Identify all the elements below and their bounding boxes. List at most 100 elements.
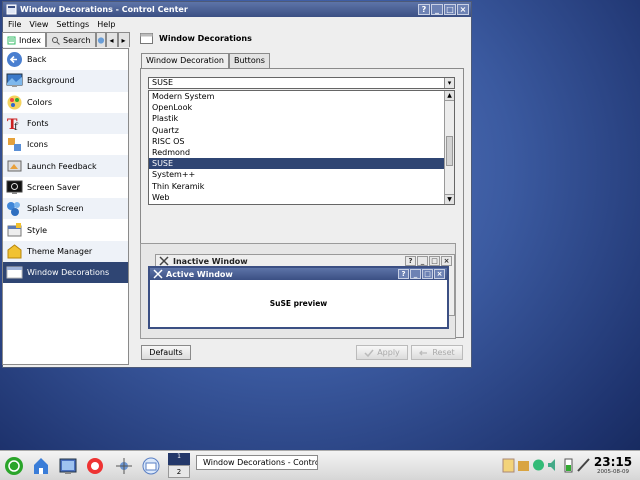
list-item[interactable]: Redmond xyxy=(149,147,454,158)
mail-icon[interactable] xyxy=(141,456,161,476)
menu-view[interactable]: View xyxy=(29,20,48,29)
start-menu-icon[interactable] xyxy=(4,456,24,476)
list-item[interactable]: Web xyxy=(149,192,454,203)
help-center-icon xyxy=(97,36,104,44)
nav-item-label: Fonts xyxy=(27,119,49,129)
tab-index[interactable]: Index xyxy=(2,32,47,47)
defaults-button[interactable]: Defaults xyxy=(141,345,191,360)
screen-saver-icon xyxy=(6,180,23,194)
nav-item-window-decorations[interactable]: Window Decorations xyxy=(3,261,128,284)
back-arrow-icon xyxy=(7,52,22,68)
nav-item-screen-saver[interactable]: Screen Saver xyxy=(3,177,128,198)
decoration-combobox[interactable]: SUSE ▾ xyxy=(148,77,455,89)
window-title: Window Decorations - Control Center xyxy=(20,5,188,14)
preview-help-button: ? xyxy=(405,256,416,266)
background-icon xyxy=(6,73,23,88)
taskbar: 1 2 Window Decorations - Contro 23:15 20… xyxy=(0,450,640,480)
menubar: File View Settings Help xyxy=(3,17,471,31)
preview-help-button: ? xyxy=(398,269,409,279)
clock[interactable]: 23:15 2005-08-09 xyxy=(588,455,638,475)
inactive-window-title: Inactive Window xyxy=(173,256,248,266)
home-icon[interactable] xyxy=(31,456,51,476)
nav-item-label: Splash Screen xyxy=(27,204,84,214)
nav-item-fonts[interactable]: Tf Fonts xyxy=(3,112,128,135)
active-window-preview: Active Window ? _ □ × SuSE preview xyxy=(148,266,449,329)
list-item[interactable]: Plastik xyxy=(149,113,454,124)
close-button[interactable]: × xyxy=(457,4,469,15)
window-titlebar[interactable]: Window Decorations - Control Center ? _ … xyxy=(3,2,471,17)
desktop-pager: 1 2 xyxy=(168,453,190,479)
nav-item-label: Theme Manager xyxy=(27,246,93,256)
nav-item-background[interactable]: Background xyxy=(3,70,128,92)
update-icon[interactable] xyxy=(532,457,545,473)
nav-item-theme-manager[interactable]: Theme Manager xyxy=(3,240,128,262)
tab-search[interactable]: Search xyxy=(46,32,96,47)
window-menu-icon xyxy=(153,269,163,279)
apply-button[interactable]: Apply xyxy=(356,345,408,360)
terminal-icon[interactable] xyxy=(58,456,78,476)
list-item[interactable]: RISC OS xyxy=(149,136,454,147)
window-menu-icon[interactable] xyxy=(6,4,17,15)
search-icon xyxy=(52,36,60,45)
system-tray xyxy=(502,457,590,473)
tab-search-label: Search xyxy=(63,35,91,45)
preview-text: SuSE preview xyxy=(269,299,328,308)
tab-index-label: Index xyxy=(19,35,42,45)
menu-help[interactable]: Help xyxy=(97,20,115,29)
window-decorations-icon xyxy=(140,33,153,44)
fonts-icon: Tf xyxy=(7,117,19,132)
nav-item-label: Colors xyxy=(27,97,53,107)
maximize-button[interactable]: □ xyxy=(444,4,456,15)
launch-feedback-icon xyxy=(7,160,22,172)
scroll-up-arrow-icon[interactable]: ▲ xyxy=(445,91,454,101)
list-item[interactable]: Modern System xyxy=(149,91,454,102)
style-icon xyxy=(7,222,22,237)
reset-button[interactable]: Reset xyxy=(411,345,463,360)
desktop-2-button[interactable]: 2 xyxy=(168,465,190,478)
tab-buttons[interactable]: Buttons xyxy=(228,53,270,69)
module-title: Window Decorations xyxy=(159,34,252,43)
tab-scroll-left-button[interactable]: ◂ xyxy=(105,32,118,47)
list-item-selected[interactable]: SUSE xyxy=(149,158,454,170)
nav-item-splash-screen[interactable]: Splash Screen xyxy=(3,198,128,220)
nav-item-label: Back xyxy=(27,55,47,65)
index-icon xyxy=(7,36,16,44)
preview-minimize-button: _ xyxy=(410,269,421,279)
splash-screen-icon xyxy=(7,202,20,217)
list-item[interactable]: Thin Keramik xyxy=(149,181,454,192)
clock-time: 23:15 xyxy=(593,455,633,469)
help-button[interactable]: ? xyxy=(418,4,430,15)
desktop-1-button[interactable]: 1 xyxy=(168,453,190,465)
tab-window-decoration[interactable]: Window Decoration xyxy=(141,53,229,69)
nav-item-launch-feedback[interactable]: Launch Feedback xyxy=(3,155,128,177)
apply-button-label: Apply xyxy=(377,348,400,357)
menu-settings[interactable]: Settings xyxy=(56,20,89,29)
volume-icon[interactable] xyxy=(547,457,560,473)
tab-partial[interactable] xyxy=(95,32,106,47)
icons-icon xyxy=(8,138,21,152)
package-icon[interactable] xyxy=(517,457,530,473)
klipper-icon[interactable] xyxy=(502,457,515,473)
list-scrollbar[interactable]: ▲ ▼ xyxy=(444,91,454,204)
module-list: Back Background Colors Tf Fonts Icons La… xyxy=(2,48,129,365)
chevron-down-icon[interactable]: ▾ xyxy=(444,78,454,88)
scrollbar-thumb[interactable] xyxy=(446,136,453,166)
minimize-button[interactable]: _ xyxy=(431,4,443,15)
tab-scroll-right-button[interactable]: ▸ xyxy=(117,32,130,47)
battery-icon[interactable] xyxy=(562,457,575,473)
nav-item-style[interactable]: Style xyxy=(3,219,128,240)
nav-tabbar: Index Search ◂ ▸ xyxy=(2,32,130,47)
nav-item-back[interactable]: Back xyxy=(3,49,128,70)
nav-item-colors[interactable]: Colors xyxy=(3,92,128,113)
taskbar-task-button[interactable]: Window Decorations - Contro xyxy=(196,455,318,470)
scroll-down-arrow-icon[interactable]: ▼ xyxy=(445,194,454,204)
list-item[interactable]: Quartz xyxy=(149,125,454,136)
list-item[interactable]: OpenLook xyxy=(149,102,454,113)
nav-item-icons[interactable]: Icons xyxy=(3,134,128,155)
menu-file[interactable]: File xyxy=(8,20,21,29)
decoration-list[interactable]: Modern System OpenLook Plastik Quartz RI… xyxy=(148,90,455,205)
list-item[interactable]: System++ xyxy=(149,169,454,180)
network-icon[interactable] xyxy=(114,456,134,476)
help-lifebuoy-icon[interactable] xyxy=(85,456,105,476)
preview-maximize-button: □ xyxy=(422,269,433,279)
